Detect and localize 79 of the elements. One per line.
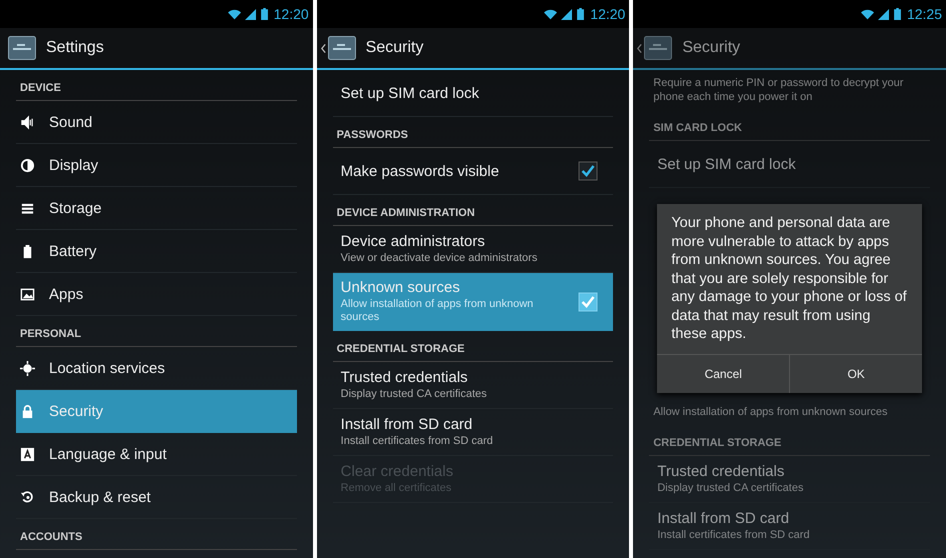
section-header: PASSWORDS: [332, 117, 614, 148]
row-summary: View or deactivate device administrators: [340, 252, 538, 265]
settings-row[interactable]: Trusted credentials Display trusted CA certificates: [332, 362, 614, 409]
row-title: Make passwords visible: [340, 162, 500, 180]
section-header: ACCOUNTS: [16, 519, 297, 550]
battery-status-icon: [260, 8, 268, 20]
row-title: Trusted credentials: [657, 462, 786, 480]
settings-row[interactable]: Language & input: [16, 433, 297, 476]
lock-icon: [20, 404, 35, 418]
row-title: Backup & reset: [49, 488, 151, 506]
row-title: Storage: [49, 200, 102, 216]
settings-row[interactable]: Set up SIM card lock: [332, 70, 614, 117]
row-title: Unknown sources: [340, 279, 461, 296]
letter-a-icon: [20, 446, 35, 462]
row-summary: Display trusted CA certificates: [657, 482, 804, 494]
section-header: PERSONAL: [16, 316, 297, 347]
row-title: Battery: [49, 242, 97, 260]
section-header: SIM CARD LOCK: [649, 110, 930, 141]
contrast-icon: [20, 158, 35, 172]
status-time: 12:20: [274, 6, 309, 22]
dialog-button[interactable]: Cancel: [657, 354, 790, 392]
row-title: Security: [49, 402, 104, 420]
settings-app-icon[interactable]: [644, 36, 672, 60]
section-header: CREDENTIAL STORAGE: [332, 331, 614, 362]
battery-status-icon: [894, 8, 901, 20]
screen-title: Settings: [46, 39, 104, 57]
row-title: Trusted credentials: [340, 369, 469, 386]
signal-icon: [560, 8, 574, 20]
row-title: Sound: [49, 114, 92, 130]
settings-row[interactable]: Backup & reset: [16, 476, 297, 519]
row-title: Apps: [49, 286, 84, 302]
settings-row[interactable]: Storage: [16, 187, 297, 230]
battery-status-icon: [577, 8, 584, 20]
row-title: Install from SD card: [340, 416, 474, 433]
row-title: Set up SIM card lock: [340, 84, 480, 102]
back-caret-icon[interactable]: [637, 42, 642, 54]
settings-app-icon[interactable]: [328, 36, 356, 60]
back-caret-icon[interactable]: [320, 42, 326, 54]
row-summary: Require a numeric PIN or password to decrypt your phone each time you power it on: [652, 76, 904, 105]
settings-row[interactable]: Install from SD card Install certificates from SD card: [332, 409, 614, 456]
section-header: CREDENTIAL STORAGE: [649, 424, 930, 456]
row-title: Language & input: [49, 446, 167, 462]
screen-title: Security: [682, 39, 740, 57]
settings-row[interactable]: Display: [16, 144, 297, 187]
dialog-message: Your phone and personal data are more vulnerable to attack by apps from unknown sources. You agree that you are solely responsible for any damage to your phone or loss of data that may result from using these apps.: [670, 214, 908, 344]
settings-row[interactable]: Install from SD card Install certificates from SD card: [649, 502, 930, 550]
screen-title: Security: [366, 39, 424, 57]
section-header: DEVICE ADMINISTRATION: [332, 195, 614, 226]
row-summary: Display trusted CA certificates: [340, 388, 488, 401]
status-time: 12:20: [590, 6, 626, 22]
settings-row[interactable]: Set up SIM card lock: [649, 141, 930, 188]
settings-row[interactable]: Battery: [16, 230, 297, 273]
row-title: Display: [49, 156, 98, 174]
signal-icon: [876, 8, 890, 20]
checkbox[interactable]: [577, 160, 600, 182]
wifi-icon: [228, 8, 241, 20]
settings-row[interactable]: Trusted credentials Display trusted CA certificates: [649, 456, 930, 502]
signal-icon: [244, 8, 257, 20]
status-time: 12:25: [906, 6, 942, 22]
wifi-icon: [544, 8, 558, 20]
row-summary: Allow installation of apps from unknown sources: [340, 298, 534, 324]
row-summary: Install certificates from SD card: [340, 435, 494, 448]
settings-row[interactable]: Sound: [16, 101, 297, 144]
picture-icon: [20, 286, 35, 302]
row-title: Device administrators: [340, 233, 486, 250]
row-title: Set up SIM card lock: [657, 156, 797, 172]
section-header: DEVICE: [16, 70, 297, 101]
row-summary: Install certificates from SD card: [657, 528, 811, 542]
settings-row[interactable]: Apps: [16, 273, 297, 316]
checkbox[interactable]: [577, 290, 600, 312]
row-summary: Allow installation of apps from unknown sources: [652, 404, 889, 420]
backup-icon: [20, 490, 35, 504]
settings-row[interactable]: Make passwords visible: [332, 148, 614, 195]
wifi-icon: [860, 8, 874, 20]
crosshair-icon: [20, 360, 35, 376]
row-title: Location services: [49, 360, 165, 376]
speaker-icon: [20, 114, 35, 130]
dialog-button[interactable]: OK: [790, 354, 922, 392]
row-title: Install from SD card: [657, 510, 790, 526]
